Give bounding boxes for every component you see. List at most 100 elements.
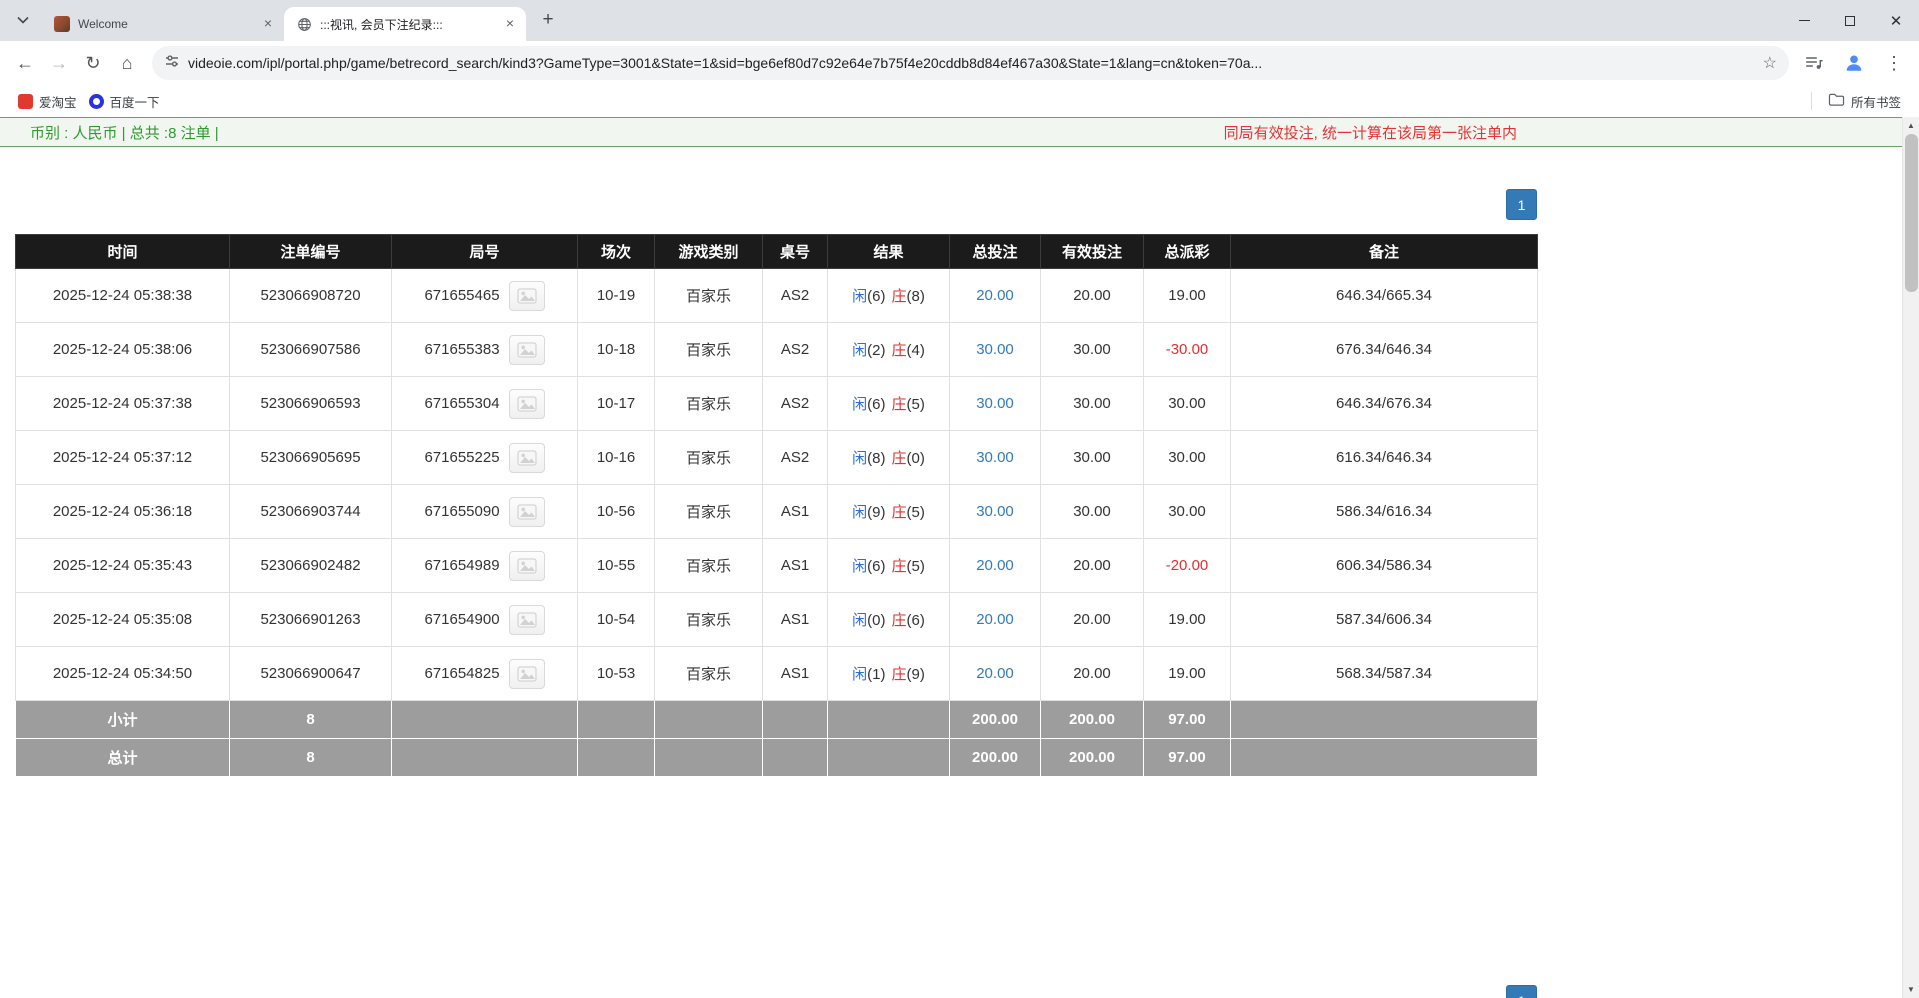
total-bet-link[interactable]: 20.00 [976, 611, 1014, 628]
total-payout: 97.00 [1144, 739, 1231, 777]
table-row: 2025-12-24 05:35:43 523066902482 6716549… [16, 539, 1538, 593]
site-settings-icon[interactable] [164, 53, 180, 74]
total-bet-link[interactable]: 30.00 [976, 395, 1014, 412]
cell-game-type: 百家乐 [655, 593, 763, 647]
tab-title: Welcome [78, 17, 252, 31]
video-replay-button[interactable] [509, 605, 545, 635]
cell-total-bet: 20.00 [950, 269, 1041, 323]
back-icon[interactable]: ← [8, 46, 42, 80]
video-replay-button[interactable] [509, 335, 545, 365]
total-bet-link[interactable]: 20.00 [976, 665, 1014, 682]
cell-bet-no: 523066906593 [230, 377, 392, 431]
video-replay-button[interactable] [509, 389, 545, 419]
round-number: 671655465 [424, 287, 499, 304]
scrollbar-thumb[interactable] [1905, 134, 1918, 292]
maximize-icon [1845, 16, 1855, 26]
window-controls: ✕ [1781, 0, 1919, 41]
all-bookmarks-button[interactable]: 所有书签 [1822, 89, 1907, 113]
tab-search-chevron-icon[interactable] [8, 5, 38, 35]
bookmark-label: 爱淘宝 [39, 92, 77, 111]
cell-total-bet: 20.00 [950, 593, 1041, 647]
tab-close-icon[interactable]: × [502, 16, 518, 32]
video-replay-button[interactable] [509, 281, 545, 311]
total-bet-link[interactable]: 30.00 [976, 503, 1014, 520]
bookmark-baidu[interactable]: 百度一下 [83, 89, 166, 113]
notice-text: 同局有效投注, 统一计算在该局第一张注单内 [1224, 122, 1517, 143]
page-scrollbar[interactable]: ▲ ▼ [1902, 117, 1919, 998]
cell-valid-bet: 20.00 [1041, 647, 1144, 701]
video-replay-button[interactable] [509, 443, 545, 473]
browser-menu-icon[interactable]: ⋮ [1877, 46, 1911, 80]
result-banker: 庄 [892, 612, 907, 629]
tab-welcome[interactable]: Welcome × [42, 7, 284, 41]
video-replay-icon [517, 504, 537, 520]
cell-table-no: AS2 [763, 323, 828, 377]
media-controls-icon[interactable] [1797, 46, 1831, 80]
maximize-button[interactable] [1827, 0, 1873, 41]
home-icon[interactable]: ⌂ [110, 46, 144, 80]
cell-table-no: AS1 [763, 539, 828, 593]
subtotal-count: 8 [230, 701, 392, 739]
close-button[interactable]: ✕ [1873, 0, 1919, 41]
video-replay-button[interactable] [509, 659, 545, 689]
cell-payout: -30.00 [1144, 323, 1231, 377]
pagination-page-1-button[interactable]: 1 [1506, 189, 1537, 220]
video-replay-icon [517, 288, 537, 304]
tab-bet-records[interactable]: :::视讯, 会员下注纪录::: × [284, 7, 526, 41]
cell-game-type: 百家乐 [655, 269, 763, 323]
cell-result: 闲(0)庄(6) [828, 593, 950, 647]
tab-close-icon[interactable]: × [260, 16, 276, 32]
cell-bet-no: 523066901263 [230, 593, 392, 647]
records-section: 1 时间 注单编号 局号 场次 游戏类别 桌号 结果 总投注 有效投注 [0, 189, 1537, 777]
table-header-row: 时间 注单编号 局号 场次 游戏类别 桌号 结果 总投注 有效投注 总派彩 备注 [16, 235, 1538, 269]
currency-summary: 币别 : 人民币 | 总共 :8 注单 | [30, 122, 219, 143]
table-row: 2025-12-24 05:38:38 523066908720 6716554… [16, 269, 1538, 323]
refresh-icon[interactable]: ↻ [76, 46, 110, 80]
pagination-bottom-partial-button[interactable]: 1 [1506, 985, 1537, 998]
cell-total-bet: 20.00 [950, 539, 1041, 593]
total-row: 总计 8 200.00 200.00 97.00 [16, 739, 1538, 777]
video-replay-icon [517, 450, 537, 466]
cell-time: 2025-12-24 05:35:43 [16, 539, 230, 593]
total-total-bet: 200.00 [950, 739, 1041, 777]
cell-valid-bet: 20.00 [1041, 539, 1144, 593]
scrollbar-down-arrow[interactable]: ▼ [1903, 981, 1919, 998]
bookmark-aitaobao[interactable]: 爱淘宝 [12, 89, 83, 113]
cell-payout: 19.00 [1144, 269, 1231, 323]
forward-icon[interactable]: → [42, 46, 76, 80]
result-player: 闲 [852, 504, 867, 521]
scrollbar-up-arrow[interactable]: ▲ [1903, 117, 1919, 134]
url-text[interactable]: videoie.com/ipl/portal.php/game/betrecor… [188, 55, 1755, 71]
bookmarks-divider [1811, 92, 1812, 110]
cell-time: 2025-12-24 05:35:08 [16, 593, 230, 647]
address-bar[interactable]: videoie.com/ipl/portal.php/game/betrecor… [152, 46, 1789, 80]
cell-time: 2025-12-24 05:38:38 [16, 269, 230, 323]
result-player: 闲 [852, 396, 867, 413]
total-bet-link[interactable]: 30.00 [976, 449, 1014, 466]
table-row: 2025-12-24 05:36:18 523066903744 6716550… [16, 485, 1538, 539]
subtotal-row: 小计 8 200.00 200.00 97.00 [16, 701, 1538, 739]
cell-table-no: AS2 [763, 431, 828, 485]
col-header-remark: 备注 [1231, 235, 1538, 269]
cell-valid-bet: 30.00 [1041, 485, 1144, 539]
col-header-total-bet: 总投注 [950, 235, 1041, 269]
total-bet-link[interactable]: 20.00 [976, 557, 1014, 574]
round-number: 671654900 [424, 611, 499, 628]
total-bet-link[interactable]: 20.00 [976, 287, 1014, 304]
round-number: 671655225 [424, 449, 499, 466]
cell-remark: 646.34/676.34 [1231, 377, 1538, 431]
cell-game-type: 百家乐 [655, 431, 763, 485]
profile-avatar[interactable] [1837, 46, 1871, 80]
minimize-button[interactable] [1781, 0, 1827, 41]
cell-result: 闲(6)庄(8) [828, 269, 950, 323]
total-bet-link[interactable]: 30.00 [976, 341, 1014, 358]
round-number: 671655383 [424, 341, 499, 358]
cell-payout: 19.00 [1144, 647, 1231, 701]
new-tab-button[interactable]: + [534, 6, 562, 34]
bookmark-star-icon[interactable]: ☆ [1763, 53, 1777, 73]
cell-remark: 646.34/665.34 [1231, 269, 1538, 323]
cell-payout: 30.00 [1144, 431, 1231, 485]
video-replay-button[interactable] [509, 551, 545, 581]
result-banker: 庄 [892, 666, 907, 683]
video-replay-button[interactable] [509, 497, 545, 527]
